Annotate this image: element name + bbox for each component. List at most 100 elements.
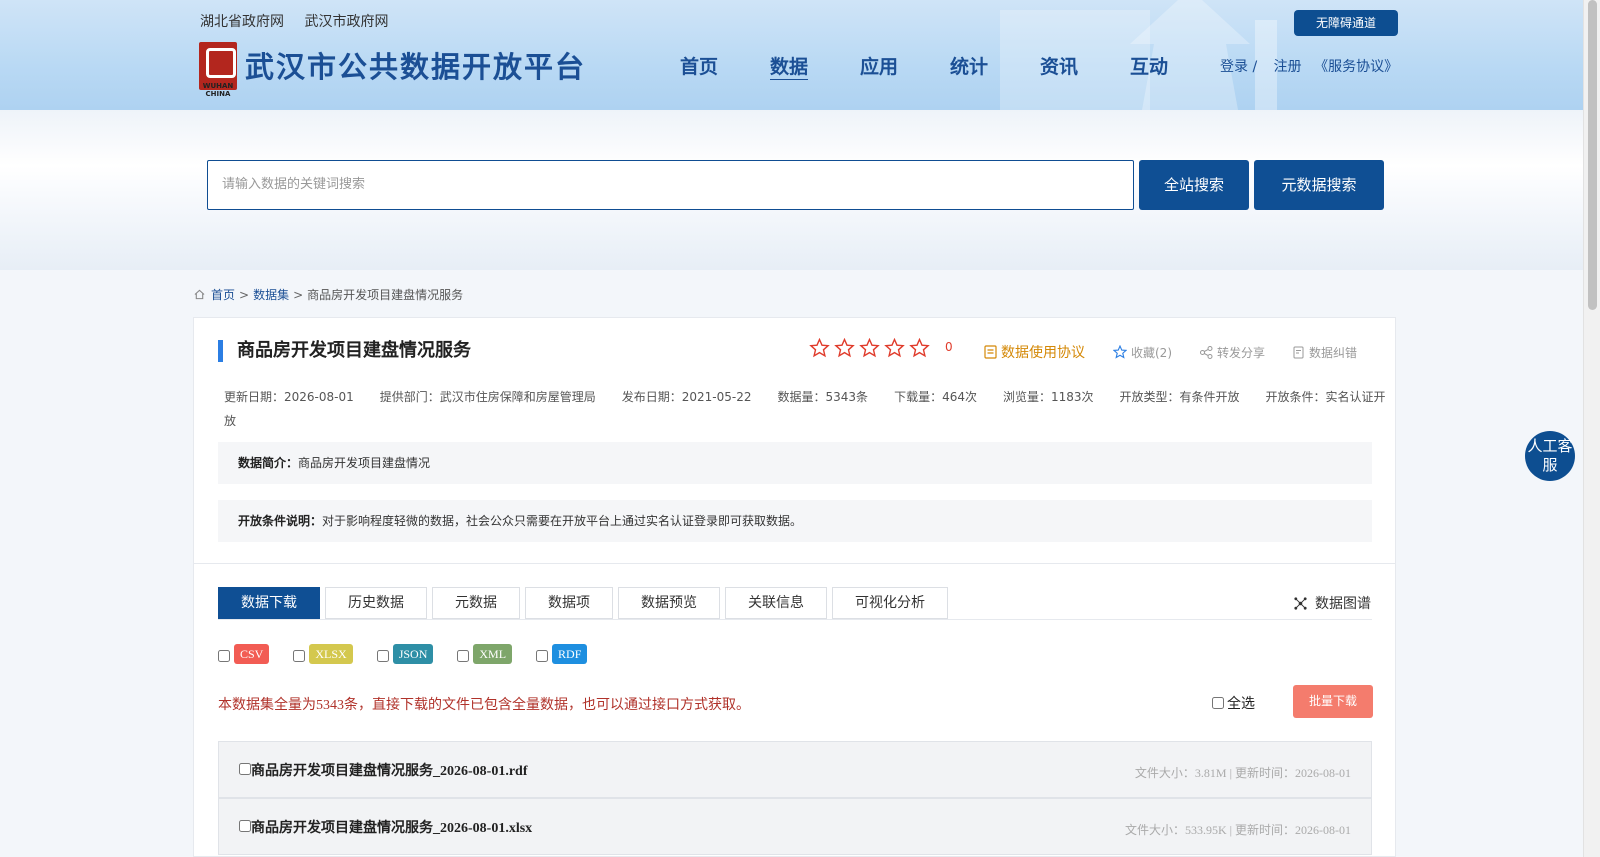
format-json-checkbox[interactable] xyxy=(376,650,389,662)
accessibility-button[interactable]: 无障碍通道 xyxy=(1294,10,1398,36)
format-xml-tag: XML xyxy=(473,644,513,664)
select-all-label: 全选 xyxy=(1227,696,1255,712)
dataset-card: 商品房开发项目建盘情况服务 0 数据使用协议 收藏(2) 转发分享 数据纠错 更… xyxy=(193,317,1396,857)
tabs-underline xyxy=(218,619,1372,620)
dataset-tabs: 数据下载 历史数据 元数据 数据项 数据预览 关联信息 可视化分析 xyxy=(218,587,953,619)
data-graph-link[interactable]: 数据图谱 xyxy=(1294,593,1371,613)
meta-data-volume: 数据量：5343条 xyxy=(777,390,869,404)
edit-document-icon xyxy=(1293,346,1304,358)
open-condition-label: 开放条件说明： xyxy=(238,514,323,528)
home-icon xyxy=(194,289,205,300)
dataset-meta: 更新日期：2026-08-01 提供部门：武汉市住房保障和房屋管理局 发布日期：20… xyxy=(224,385,1394,433)
tab-data-items[interactable]: 数据项 xyxy=(525,587,613,619)
star-icon[interactable] xyxy=(909,338,930,358)
open-condition-box: 开放条件说明：对于影响程度轻微的数据，社会公众只需要在开放平台上通过实名认证登录… xyxy=(218,500,1372,542)
meta-publish-date: 发布日期：2021-05-22 xyxy=(621,390,752,404)
file-checkbox[interactable] xyxy=(239,820,251,832)
nav-interaction[interactable]: 互动 xyxy=(1130,52,1220,79)
gov-links: 湖北省政府网 武汉市政府网 xyxy=(200,11,404,31)
rating-value: 0 xyxy=(945,340,953,354)
tab-visual-analysis[interactable]: 可视化分析 xyxy=(832,587,948,619)
customer-service-button[interactable]: 人工客服 xyxy=(1525,431,1575,481)
meta-downloads: 下载量：464次 xyxy=(894,390,977,404)
gov-link-hubei[interactable]: 湖北省政府网 xyxy=(200,14,284,30)
breadcrumb-dataset[interactable]: 数据集 xyxy=(253,286,289,303)
star-icon[interactable] xyxy=(809,338,830,358)
meta-update-date: 更新日期：2026-08-01 xyxy=(224,390,354,404)
tab-data-preview[interactable]: 数据预览 xyxy=(618,587,720,619)
format-json[interactable]: JSON xyxy=(376,644,434,664)
data-graph-label: 数据图谱 xyxy=(1315,596,1371,612)
title-accent-bar xyxy=(218,340,223,362)
search-input[interactable]: 请输入数据的关键词搜索 xyxy=(207,160,1134,210)
section-divider xyxy=(194,563,1395,564)
site-header: 湖北省政府网 武汉市政府网 无障碍通道 WUHAN CHINA 武汉市公共数据开… xyxy=(0,0,1583,110)
logo-subtext: WUHAN CHINA xyxy=(202,82,234,98)
gov-link-wuhan[interactable]: 武汉市政府网 xyxy=(304,14,388,30)
file-meta: 文件大小：533.95K | 更新时间：2026-08-01 xyxy=(1124,823,1351,837)
data-intro-label: 数据简介： xyxy=(238,456,299,470)
breadcrumb-home[interactable]: 首页 xyxy=(211,286,235,303)
nav-data[interactable]: 数据 xyxy=(770,52,860,79)
tab-metadata[interactable]: 元数据 xyxy=(432,587,520,619)
usage-agreement-label: 数据使用协议 xyxy=(1001,345,1085,361)
service-agreement-link[interactable]: 《服务协议》 xyxy=(1314,59,1398,75)
usage-agreement-link[interactable]: 数据使用协议 xyxy=(984,342,1085,362)
format-xlsx[interactable]: XLSX xyxy=(293,644,353,664)
download-notice: 本数据集全量为5343条，直接下载的文件已包含全量数据，也可以通过接口方式获取。 xyxy=(218,698,750,713)
batch-download-button[interactable]: 批量下载 xyxy=(1293,685,1373,718)
format-xlsx-checkbox[interactable] xyxy=(293,650,306,662)
nav-news[interactable]: 资讯 xyxy=(1040,52,1130,79)
format-filters: CSV XLSX JSON XML RDF xyxy=(218,644,611,664)
format-xml[interactable]: XML xyxy=(457,644,513,664)
page-scrollbar[interactable] xyxy=(1583,0,1600,857)
favorite-button[interactable]: 收藏(2) xyxy=(1113,344,1172,361)
user-links: 登录 / 注册 《服务协议》 xyxy=(1220,56,1398,76)
meta-views: 浏览量：1183次 xyxy=(1002,390,1094,404)
format-json-tag: JSON xyxy=(392,644,434,664)
site-title[interactable]: 武汉市公共数据开放平台 xyxy=(245,44,586,86)
metadata-search-button[interactable]: 元数据搜索 xyxy=(1254,160,1384,210)
dataset-title: 商品房开发项目建盘情况服务 xyxy=(237,340,471,361)
file-row[interactable]: 商品房开发项目建盘情况服务_2026-08-01.xlsx 文件大小：533.9… xyxy=(218,798,1372,855)
select-all-checkbox[interactable] xyxy=(1212,697,1224,709)
share-label: 转发分享 xyxy=(1217,345,1266,360)
login-link[interactable]: 登录 / xyxy=(1220,59,1257,75)
breadcrumb-separator: > xyxy=(239,287,250,302)
nav-apps[interactable]: 应用 xyxy=(860,52,950,79)
scrollbar-thumb[interactable] xyxy=(1588,0,1597,310)
format-rdf[interactable]: RDF xyxy=(536,644,588,664)
star-icon[interactable] xyxy=(834,338,855,358)
format-csv[interactable]: CSV xyxy=(218,644,270,664)
file-name[interactable]: 商品房开发项目建盘情况服务_2026-08-01.rdf xyxy=(251,760,528,780)
star-outline-icon xyxy=(1113,345,1127,359)
tab-data-download[interactable]: 数据下载 xyxy=(218,587,320,619)
file-name[interactable]: 商品房开发项目建盘情况服务_2026-08-01.xlsx xyxy=(251,817,532,837)
tab-history[interactable]: 历史数据 xyxy=(325,587,427,619)
data-intro-text: 商品房开发项目建盘情况 xyxy=(298,456,431,470)
breadcrumb: 首页 > 数据集 > 商品房开发项目建盘情况服务 xyxy=(194,286,463,303)
breadcrumb-separator: > xyxy=(293,287,304,302)
favorite-label: 收藏(2) xyxy=(1131,345,1172,360)
tab-related-info[interactable]: 关联信息 xyxy=(725,587,827,619)
nav-home[interactable]: 首页 xyxy=(680,52,770,79)
file-checkbox[interactable] xyxy=(239,763,251,775)
breadcrumb-current: 商品房开发项目建盘情况服务 xyxy=(307,288,464,302)
search-band: 请输入数据的关键词搜索 全站搜索 元数据搜索 xyxy=(0,110,1583,270)
share-button[interactable]: 转发分享 xyxy=(1200,344,1265,361)
document-icon xyxy=(984,345,997,359)
star-icon[interactable] xyxy=(859,338,880,358)
star-icon[interactable] xyxy=(884,338,905,358)
format-csv-checkbox[interactable] xyxy=(218,650,230,662)
format-rdf-tag: RDF xyxy=(552,644,588,664)
meta-provider: 提供部门：武汉市住房保障和房屋管理局 xyxy=(379,390,596,404)
site-search-button[interactable]: 全站搜索 xyxy=(1139,160,1249,210)
select-all[interactable]: 全选 xyxy=(1212,693,1255,713)
format-rdf-checkbox[interactable] xyxy=(536,650,549,662)
nav-statistics[interactable]: 统计 xyxy=(950,52,1040,79)
meta-open-type: 开放类型：有条件开放 xyxy=(1119,390,1240,404)
format-xml-checkbox[interactable] xyxy=(457,650,470,662)
register-link[interactable]: 注册 xyxy=(1274,59,1302,75)
file-row[interactable]: 商品房开发项目建盘情况服务_2026-08-01.rdf 文件大小：3.81M … xyxy=(218,741,1372,798)
correction-button[interactable]: 数据纠错 xyxy=(1293,344,1357,361)
